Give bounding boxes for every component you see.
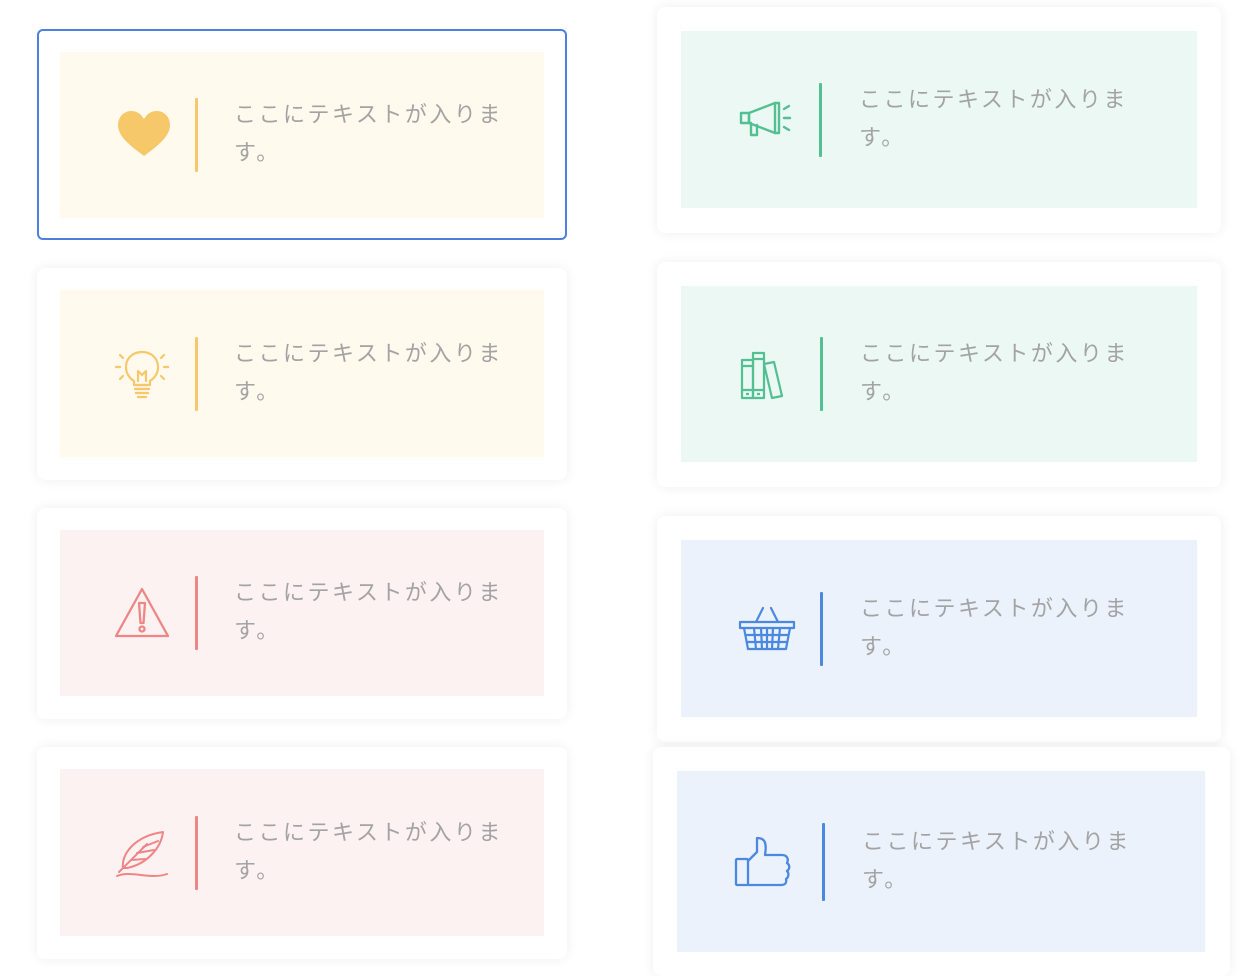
warning-icon: [111, 582, 173, 644]
notice-box-heart: ここにテキストが入りま す。: [60, 52, 544, 218]
notice-text: ここにテキストが入りま す。: [234, 581, 503, 644]
separator: [195, 576, 198, 650]
notice-text: ここにテキストが入りま す。: [234, 341, 503, 405]
notice-text: ここにテキストが入りま す。: [234, 820, 503, 884]
feather-icon: [111, 822, 173, 884]
notice-box-thumbsup: ここにテキストが入りま す。: [677, 771, 1205, 952]
heart-icon: [113, 104, 175, 166]
separator: [195, 336, 198, 411]
notice-box-feather: ここにテキストが入りま す。: [60, 769, 544, 936]
notice-card-heart[interactable]: ここにテキストが入りま す。: [37, 29, 567, 240]
notice-card-megaphone[interactable]: ここにテキストが入りま す。: [657, 7, 1221, 233]
notice-text: ここにテキストが入りま す。: [860, 342, 1129, 405]
notice-text: ここにテキストが入りま す。: [859, 87, 1128, 151]
notice-card-warning[interactable]: ここにテキストが入りま す。: [37, 508, 567, 719]
notice-box-books: ここにテキストが入りま す。: [681, 286, 1197, 462]
notice-card-books[interactable]: ここにテキストが入りま す。: [657, 262, 1221, 487]
lightbulb-icon: [111, 343, 173, 405]
notice-card-basket[interactable]: ここにテキストが入りま す。: [657, 516, 1221, 742]
megaphone-icon: [735, 89, 797, 151]
separator: [195, 815, 198, 890]
notice-card-feather[interactable]: ここにテキストが入りま す。: [37, 747, 567, 959]
books-icon: [736, 343, 798, 405]
notice-box-lightbulb: ここにテキストが入りま す。: [60, 290, 544, 457]
separator: [820, 591, 823, 666]
notice-card-thumbsup[interactable]: ここにテキストが入りま す。: [653, 747, 1230, 976]
notice-card-lightbulb[interactable]: ここにテキストが入りま す。: [37, 268, 567, 480]
thumbs-up-icon: [732, 831, 794, 893]
basket-icon: [736, 598, 798, 660]
notice-text: ここにテキストが入りま す。: [862, 829, 1131, 893]
separator: [819, 82, 822, 157]
notice-text: ここにテキストが入りま す。: [234, 103, 503, 166]
separator: [820, 337, 823, 411]
notice-box-megaphone: ここにテキストが入りま す。: [681, 31, 1197, 208]
notice-box-warning: ここにテキストが入りま す。: [60, 530, 544, 696]
notice-box-basket: ここにテキストが入りま す。: [681, 540, 1197, 717]
notice-text: ここにテキストが入りま す。: [860, 596, 1129, 660]
separator: [822, 822, 825, 901]
separator: [195, 98, 198, 172]
